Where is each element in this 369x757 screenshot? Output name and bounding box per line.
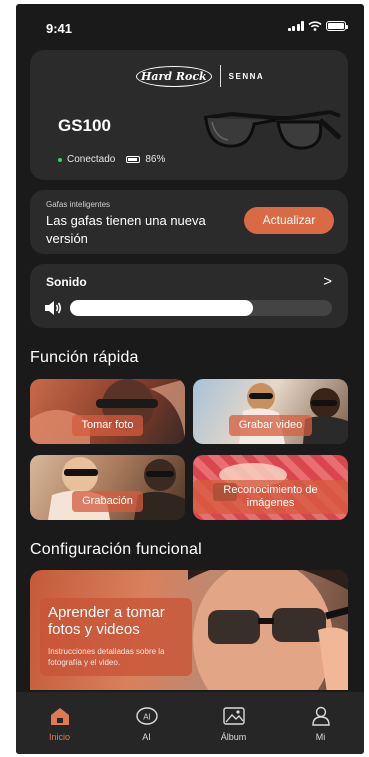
update-caption: Gafas inteligentes xyxy=(46,200,111,209)
volume-slider[interactable] xyxy=(70,300,332,316)
status-icons xyxy=(287,21,348,31)
nav-item-album[interactable]: Álbum xyxy=(190,692,277,754)
quick-functions-title: Función rápida xyxy=(30,349,139,366)
status-bar: 9:41 xyxy=(16,4,364,48)
brand-logo: Hard Rock SENNA xyxy=(136,65,264,87)
connected-dot-icon xyxy=(58,157,62,162)
tutorial-description: Instrucciones detalladas sobre la fotogr… xyxy=(48,647,165,667)
tile-label: Grabar video xyxy=(228,415,313,436)
user-icon xyxy=(311,706,330,726)
update-message: Las gafas tienen una nueva versión xyxy=(46,213,206,246)
ai-icon: AI xyxy=(135,707,158,725)
smart-glasses-image xyxy=(203,109,342,150)
album-icon xyxy=(222,707,245,725)
wifi-icon xyxy=(308,21,322,31)
bottom-nav: Inicio AI AI Álbum Mi xyxy=(16,692,364,754)
tile-recording[interactable]: Grabación xyxy=(30,455,185,520)
nav-item-inicio[interactable]: Inicio xyxy=(16,692,103,754)
nav-item-mi[interactable]: Mi xyxy=(277,692,364,754)
hard-rock-logo: Hard Rock xyxy=(136,65,212,87)
tile-label: Reconocimiento de imágenes xyxy=(193,480,348,514)
tile-label: Tomar foto xyxy=(71,415,144,436)
nav-label: Inicio xyxy=(48,732,70,742)
config-title: Configuración funcional xyxy=(30,541,202,558)
sound-card[interactable]: Sonido > xyxy=(30,264,348,328)
tutorial-title: Aprender a tomar fotos y videos xyxy=(48,604,165,638)
battery-percent: 86% xyxy=(145,154,166,165)
senna-logo: SENNA xyxy=(228,71,265,81)
battery-icon xyxy=(126,156,141,163)
tile-image-recognition[interactable]: Reconocimiento de imágenes xyxy=(193,455,348,520)
device-card[interactable]: Hard Rock SENNA GS100 Conectado 86% xyxy=(30,50,348,180)
battery-icon xyxy=(326,21,348,31)
connection-label: Conectado xyxy=(67,154,116,165)
svg-text:AI: AI xyxy=(143,713,151,722)
volume-fill xyxy=(70,300,254,316)
status-time: 9:41 xyxy=(46,21,73,36)
nav-label: Álbum xyxy=(220,732,247,742)
sound-title: Sonido xyxy=(46,275,87,289)
speaker-icon xyxy=(45,301,62,315)
nav-label: Mi xyxy=(315,732,326,742)
brand-divider xyxy=(219,65,221,87)
connection-status: Conectado 86% xyxy=(58,154,165,165)
home-icon xyxy=(50,708,69,725)
tile-record-video[interactable]: Grabar video xyxy=(193,379,348,444)
tutorial-banner-image xyxy=(188,570,348,690)
nav-label: AI xyxy=(142,732,151,742)
phone-screen: 9:41 Hard Rock SENNA GS100 Conectado 86% xyxy=(16,4,364,754)
update-card: Gafas inteligentes Las gafas tienen una … xyxy=(30,190,348,254)
tutorial-banner[interactable]: Aprender a tomar fotos y videos Instrucc… xyxy=(30,570,348,690)
tutorial-text-box: Aprender a tomar fotos y videos Instrucc… xyxy=(40,598,192,676)
nav-item-ai[interactable]: AI AI xyxy=(103,692,190,754)
tile-label: Grabación xyxy=(72,491,143,512)
update-button[interactable]: Actualizar xyxy=(244,207,334,234)
chevron-right-icon[interactable]: > xyxy=(323,273,332,290)
device-model: GS100 xyxy=(58,116,111,135)
tile-take-photo[interactable]: Tomar foto xyxy=(30,379,185,444)
signal-icon xyxy=(287,21,304,31)
